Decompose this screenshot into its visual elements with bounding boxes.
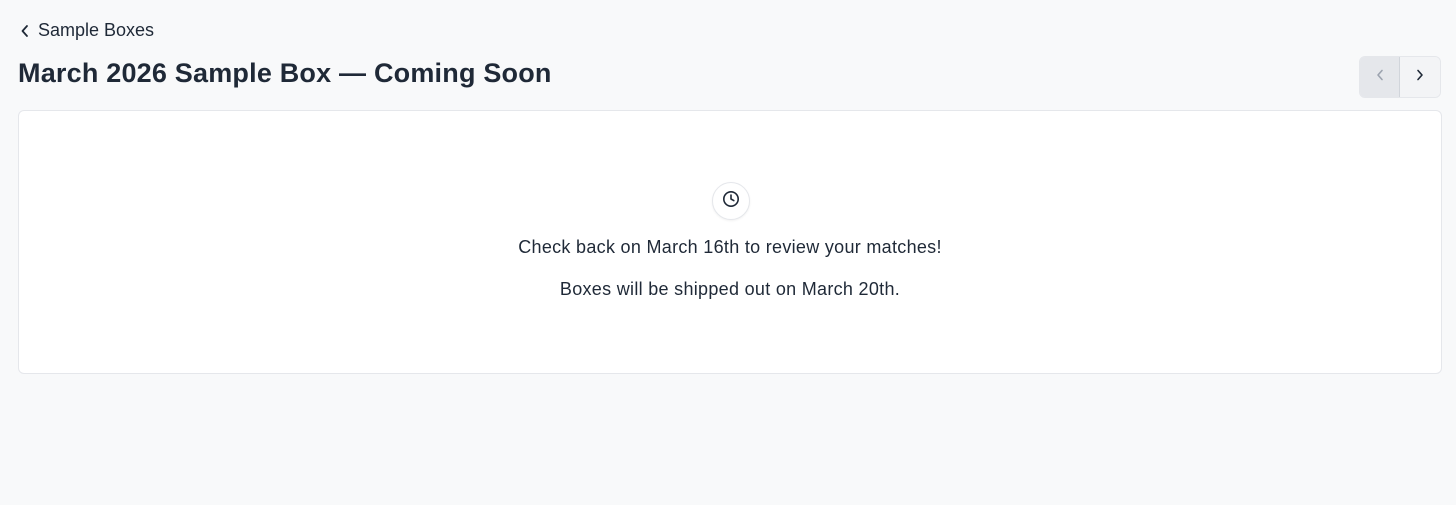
coming-soon-card: Check back on March 16th to review your …	[18, 110, 1442, 374]
chevron-left-icon	[1375, 68, 1385, 87]
previous-button[interactable]	[1360, 57, 1400, 97]
clock-icon	[722, 190, 740, 213]
clock-icon-badge	[712, 182, 750, 220]
chevron-left-icon	[18, 24, 32, 38]
back-to-sample-boxes-link[interactable]: Sample Boxes	[18, 20, 154, 41]
back-link-label: Sample Boxes	[38, 20, 155, 40]
page-title: March 2026 Sample Box — Coming Soon	[18, 58, 552, 88]
pagination-controls	[1359, 56, 1441, 98]
review-matches-message: Check back on March 16th to review your …	[518, 237, 942, 257]
page: Sample Boxes March 2026 Sample Box — Com…	[0, 0, 1456, 505]
next-button[interactable]	[1400, 57, 1440, 97]
chevron-right-icon	[1415, 68, 1425, 87]
shipping-date-message: Boxes will be shipped out on March 20th.	[559, 279, 901, 299]
